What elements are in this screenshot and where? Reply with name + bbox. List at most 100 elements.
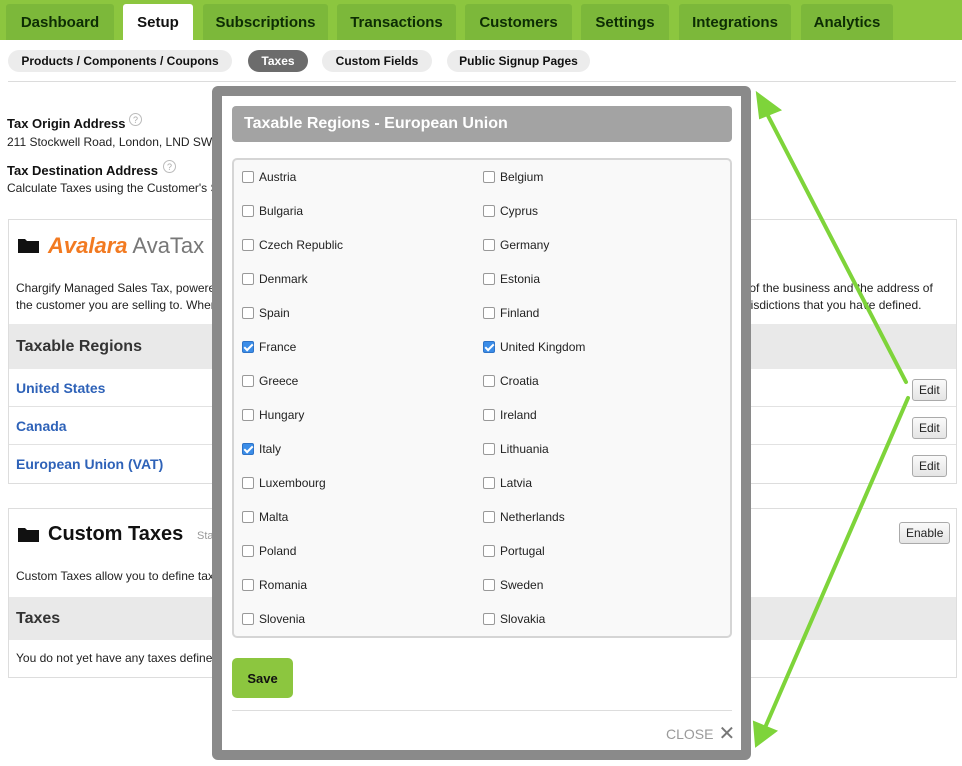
country-option-sweden[interactable]: Sweden (483, 578, 543, 592)
country-option-italy[interactable]: Italy (242, 442, 281, 456)
avalara-description: the customer you are selling to. When (16, 298, 218, 312)
country-option-netherlands[interactable]: Netherlands (483, 510, 565, 524)
checkbox-ireland[interactable] (483, 409, 495, 421)
checkbox-lithuania[interactable] (483, 443, 495, 455)
top-navigation: Dashboard Setup Subscriptions Transactio… (0, 0, 962, 40)
close-button[interactable]: CLOSE ✕ (666, 724, 735, 744)
country-option-france[interactable]: France (242, 340, 296, 354)
country-option-greece[interactable]: Greece (242, 374, 298, 388)
country-option-croatia[interactable]: Croatia (483, 374, 539, 388)
country-option-bulgaria[interactable]: Bulgaria (242, 204, 303, 218)
country-option-slovenia[interactable]: Slovenia (242, 612, 305, 626)
tab-dashboard[interactable]: Dashboard (6, 4, 114, 40)
tax-destination-value: Calculate Taxes using the Customer's S (7, 181, 219, 195)
checkbox-croatia[interactable] (483, 375, 495, 387)
country-option-latvia[interactable]: Latvia (483, 476, 532, 490)
country-option-malta[interactable]: Malta (242, 510, 288, 524)
checkbox-slovakia[interactable] (483, 613, 495, 625)
checkbox-denmark[interactable] (242, 273, 254, 285)
edit-united-states-button[interactable]: Edit (912, 379, 947, 401)
checkbox-bulgaria[interactable] (242, 205, 254, 217)
question-circle-icon[interactable]: ? (129, 113, 142, 126)
country-option-czech-republic[interactable]: Czech Republic (242, 238, 343, 252)
country-option-estonia[interactable]: Estonia (483, 272, 540, 286)
country-option-austria[interactable]: Austria (242, 170, 296, 184)
save-button[interactable]: Save (232, 658, 293, 698)
checkbox-netherlands[interactable] (483, 511, 495, 523)
checkbox-sweden[interactable] (483, 579, 495, 591)
checkbox-germany[interactable] (483, 239, 495, 251)
country-option-germany[interactable]: Germany (483, 238, 549, 252)
subnav-products[interactable]: Products / Components / Coupons (8, 50, 232, 72)
region-united-states[interactable]: United States (16, 380, 105, 396)
checkbox-portugal[interactable] (483, 545, 495, 557)
checkbox-italy[interactable] (242, 443, 254, 455)
country-label: Italy (259, 442, 282, 456)
country-label: Lithuania (500, 442, 549, 456)
tab-subscriptions[interactable]: Subscriptions (203, 4, 328, 40)
country-option-luxembourg[interactable]: Luxembourg (242, 476, 326, 490)
checkbox-spain[interactable] (242, 307, 254, 319)
country-option-spain[interactable]: Spain (242, 306, 290, 320)
taxable-regions-title: Taxable Regions (16, 338, 142, 355)
country-label: Malta (259, 510, 289, 524)
country-label: Austria (259, 170, 297, 184)
tab-integrations[interactable]: Integrations (679, 4, 791, 40)
country-label: Romania (259, 578, 308, 592)
country-option-hungary[interactable]: Hungary (242, 408, 304, 422)
question-circle-icon[interactable]: ? (163, 160, 176, 173)
subnav-public-signup-pages[interactable]: Public Signup Pages (447, 50, 590, 72)
checkbox-greece[interactable] (242, 375, 254, 387)
country-label: Croatia (500, 374, 539, 388)
tab-settings[interactable]: Settings (581, 4, 669, 40)
close-label: CLOSE (666, 726, 714, 742)
checkbox-hungary[interactable] (242, 409, 254, 421)
country-option-belgium[interactable]: Belgium (483, 170, 543, 184)
country-option-lithuania[interactable]: Lithuania (483, 442, 549, 456)
checkbox-latvia[interactable] (483, 477, 495, 489)
checkbox-luxembourg[interactable] (242, 477, 254, 489)
edit-canada-button[interactable]: Edit (912, 417, 947, 439)
tab-customers[interactable]: Customers (465, 4, 572, 40)
country-option-cyprus[interactable]: Cyprus (483, 204, 538, 218)
country-label: Ireland (500, 408, 537, 422)
checkbox-romania[interactable] (242, 579, 254, 591)
checkbox-belgium[interactable] (483, 171, 495, 183)
subnav-custom-fields[interactable]: Custom Fields (322, 50, 432, 72)
checkbox-cyprus[interactable] (483, 205, 495, 217)
region-european-union[interactable]: European Union (VAT) (16, 456, 163, 472)
modal-title: Taxable Regions - European Union (232, 106, 732, 142)
avalara-logo: Avalara AvaTax (48, 233, 205, 258)
country-option-finland[interactable]: Finland (483, 306, 539, 320)
checkbox-united-kingdom[interactable] (483, 341, 495, 353)
checkbox-malta[interactable] (242, 511, 254, 523)
folder-icon (18, 528, 39, 542)
country-option-united-kingdom[interactable]: United Kingdom (483, 340, 585, 354)
tab-setup[interactable]: Setup (123, 4, 193, 40)
country-option-poland[interactable]: Poland (242, 544, 296, 558)
checkbox-slovenia[interactable] (242, 613, 254, 625)
checkbox-czech-republic[interactable] (242, 239, 254, 251)
enable-custom-taxes-button[interactable]: Enable (899, 522, 951, 544)
country-option-slovakia[interactable]: Slovakia (483, 612, 545, 626)
country-option-romania[interactable]: Romania (242, 578, 307, 592)
country-option-portugal[interactable]: Portugal (483, 544, 545, 558)
folder-icon (18, 239, 39, 253)
checkbox-poland[interactable] (242, 545, 254, 557)
tab-transactions[interactable]: Transactions (337, 4, 456, 40)
tab-analytics[interactable]: Analytics (801, 4, 893, 40)
region-canada[interactable]: Canada (16, 418, 67, 434)
checkbox-estonia[interactable] (483, 273, 495, 285)
country-option-denmark[interactable]: Denmark (242, 272, 308, 286)
country-label: Luxembourg (259, 476, 326, 490)
checkbox-france[interactable] (242, 341, 254, 353)
country-label: France (259, 340, 297, 354)
checkbox-austria[interactable] (242, 171, 254, 183)
modal-body: Taxable Regions - European Union Austria… (222, 96, 741, 750)
subnav-taxes[interactable]: Taxes (248, 50, 308, 72)
edit-european-union-button[interactable]: Edit (912, 455, 947, 477)
country-label: Portugal (500, 544, 545, 558)
checkbox-finland[interactable] (483, 307, 495, 319)
arrow-down-head (752, 720, 779, 748)
country-option-ireland[interactable]: Ireland (483, 408, 537, 422)
